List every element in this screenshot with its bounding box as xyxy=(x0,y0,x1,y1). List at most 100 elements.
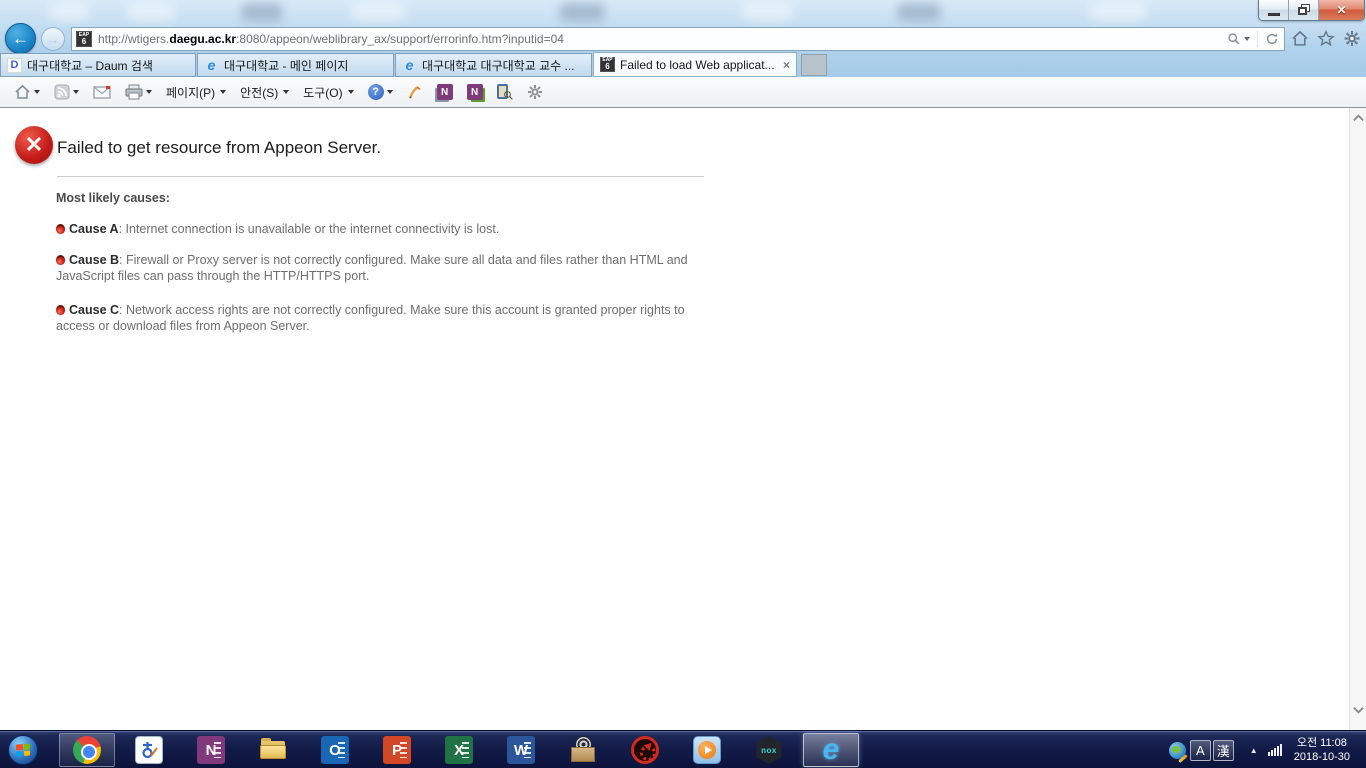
ime-latin-toggle[interactable]: A xyxy=(1190,740,1211,761)
desktop-bleed-blob xyxy=(742,3,792,21)
tab-professor-page[interactable]: e 대구대학교 대구대학교 교수 ... xyxy=(395,53,592,77)
restore-button[interactable] xyxy=(1289,0,1319,20)
mail-icon xyxy=(93,86,111,99)
word-icon: W xyxy=(507,736,535,764)
onenote-link-icon: N xyxy=(467,84,483,100)
tab-title: 대구대학교 - 메인 페이지 xyxy=(224,57,387,74)
taskbar-item-outlook[interactable]: O xyxy=(307,733,363,767)
cause-b: Cause B: Firewall or Proxy server is not… xyxy=(56,252,706,284)
desktop-screen: ✕ ← → EAP 6 http://wtigers.daegu.ac.kr:8… xyxy=(0,0,1366,768)
printer-icon xyxy=(125,84,143,100)
url-suffix: :8080/appeon/weblibrary_ax/support/error… xyxy=(236,32,564,46)
tools-menu-button[interactable]: 도구(O) xyxy=(297,81,359,104)
taskbar-item-hancom-hwp[interactable] xyxy=(121,733,177,767)
driver-booster-icon xyxy=(631,736,659,764)
taskbar-item-media-player[interactable] xyxy=(679,733,735,767)
desktop-bleed-blob xyxy=(50,3,88,21)
tab-main-page[interactable]: e 대구대학교 - 메인 페이지 xyxy=(197,53,394,77)
research-icon xyxy=(497,84,513,100)
safety-menu-button[interactable]: 안전(S) xyxy=(234,81,295,104)
taskbar-item-driver-booster[interactable] xyxy=(617,733,673,767)
start-button[interactable] xyxy=(8,735,38,765)
language-bar-icon[interactable] xyxy=(1169,742,1186,759)
research-button[interactable] xyxy=(491,81,519,103)
media-player-icon xyxy=(693,736,721,764)
address-bar-controls xyxy=(1224,31,1282,47)
page-menu-button[interactable]: 페이지(P) xyxy=(160,81,232,104)
taskbar-clock[interactable]: 오전 11:08 2018-10-30 xyxy=(1294,736,1350,764)
blog-post-button[interactable] xyxy=(401,81,429,103)
chevron-down-icon xyxy=(387,90,393,94)
taskbar-item-onenote[interactable]: N xyxy=(183,733,239,767)
tab-daum-search[interactable]: D 대구대학교 – Daum 검색 xyxy=(0,53,196,77)
forward-arrow-icon: → xyxy=(47,32,60,47)
system-tray: A 漢 ▲ 오전 11:08 2018-10-30 xyxy=(1169,731,1366,768)
favorites-button[interactable] xyxy=(1317,30,1335,47)
internet-explorer-icon: e xyxy=(817,736,845,764)
ie-favicon-icon: e xyxy=(402,58,417,73)
window-controls: ✕ xyxy=(1258,0,1365,21)
rss-feed-icon xyxy=(54,84,70,100)
search-button[interactable] xyxy=(1224,32,1253,46)
home-icon xyxy=(14,84,31,100)
causes-heading: Most likely causes: xyxy=(56,190,706,206)
chevron-down-icon xyxy=(146,90,152,94)
home-button[interactable] xyxy=(1291,30,1309,47)
back-button[interactable]: ← xyxy=(5,23,36,54)
read-mail-button[interactable] xyxy=(87,83,117,102)
url-prefix: http://wtigers. xyxy=(98,32,169,46)
ime-hanja-toggle[interactable]: 漢 xyxy=(1213,740,1234,761)
chevron-down-icon xyxy=(348,90,354,94)
taskbar-item-excel[interactable]: X xyxy=(431,733,487,767)
tools-button[interactable] xyxy=(1343,30,1361,47)
chevron-down-icon xyxy=(73,90,79,94)
taskbar-item-file-explorer[interactable] xyxy=(245,733,301,767)
chevron-down-icon xyxy=(34,90,40,94)
address-bar[interactable]: EAP 6 http://wtigers.daegu.ac.kr:8080/ap… xyxy=(71,27,1285,51)
tray-expand-icon[interactable]: ▲ xyxy=(1250,746,1258,755)
scroll-down-icon[interactable] xyxy=(1352,703,1365,716)
url-text[interactable]: http://wtigers.daegu.ac.kr:8080/appeon/w… xyxy=(98,32,1224,46)
forward-button[interactable]: → xyxy=(41,27,65,51)
cause-c: Cause C: Network access rights are not c… xyxy=(56,302,706,334)
page-content: ✕ Failed to get resource from Appeon Ser… xyxy=(0,108,1366,730)
tab-close-icon[interactable]: × xyxy=(783,58,790,72)
box-dartboard-icon xyxy=(569,736,597,764)
scroll-up-icon[interactable] xyxy=(1352,112,1365,125)
close-button[interactable]: ✕ xyxy=(1319,0,1364,20)
taskbar-item-powerpoint[interactable]: P xyxy=(369,733,425,767)
taskbar-item-chrome[interactable] xyxy=(59,733,115,767)
onenote-send-icon: N xyxy=(437,84,453,100)
taskbar-item-word[interactable]: W xyxy=(493,733,549,767)
error-title: Failed to get resource from Appeon Serve… xyxy=(57,138,381,158)
new-tab-button[interactable] xyxy=(801,54,827,76)
onenote-linked-notes-button[interactable]: N xyxy=(461,81,489,103)
addon-settings-button[interactable] xyxy=(521,81,549,103)
network-signal-icon[interactable] xyxy=(1268,744,1282,756)
tray-date: 2018-10-30 xyxy=(1294,750,1350,764)
chrome-icon xyxy=(73,736,101,764)
home-menu-button[interactable] xyxy=(8,81,46,103)
taskbar: N O P X W nox e A 漢 ▲ 오전 11:08 2018-10-3… xyxy=(0,730,1366,768)
minimize-button[interactable] xyxy=(1259,0,1289,20)
taskbar-item-game-box[interactable] xyxy=(555,733,611,767)
search-dropdown-icon[interactable] xyxy=(1244,37,1250,41)
gear-icon xyxy=(527,84,543,100)
taskbar-item-nox[interactable]: nox xyxy=(741,733,797,767)
feeds-menu-button[interactable] xyxy=(48,81,85,103)
taskbar-item-internet-explorer[interactable]: e xyxy=(803,733,859,767)
pen-icon xyxy=(407,84,423,100)
desktop-bleed-blob xyxy=(560,3,604,21)
tab-failed-to-load-active[interactable]: EAP 6 Failed to load Web applicat... × xyxy=(593,52,797,77)
vertical-scrollbar[interactable] xyxy=(1349,108,1366,730)
folder-icon xyxy=(259,736,287,764)
help-menu-button[interactable]: ? xyxy=(362,81,399,103)
send-to-onenote-button[interactable]: N xyxy=(431,81,459,103)
refresh-button[interactable] xyxy=(1262,32,1282,46)
causes-section: Most likely causes: Cause A: Internet co… xyxy=(56,190,706,349)
excel-icon: X xyxy=(445,736,473,764)
tab-bar: D 대구대학교 – Daum 검색 e 대구대학교 - 메인 페이지 e 대구대… xyxy=(0,52,1366,77)
divider xyxy=(57,176,704,177)
print-menu-button[interactable] xyxy=(119,81,158,103)
tab-title: 대구대학교 – Daum 검색 xyxy=(27,57,189,74)
